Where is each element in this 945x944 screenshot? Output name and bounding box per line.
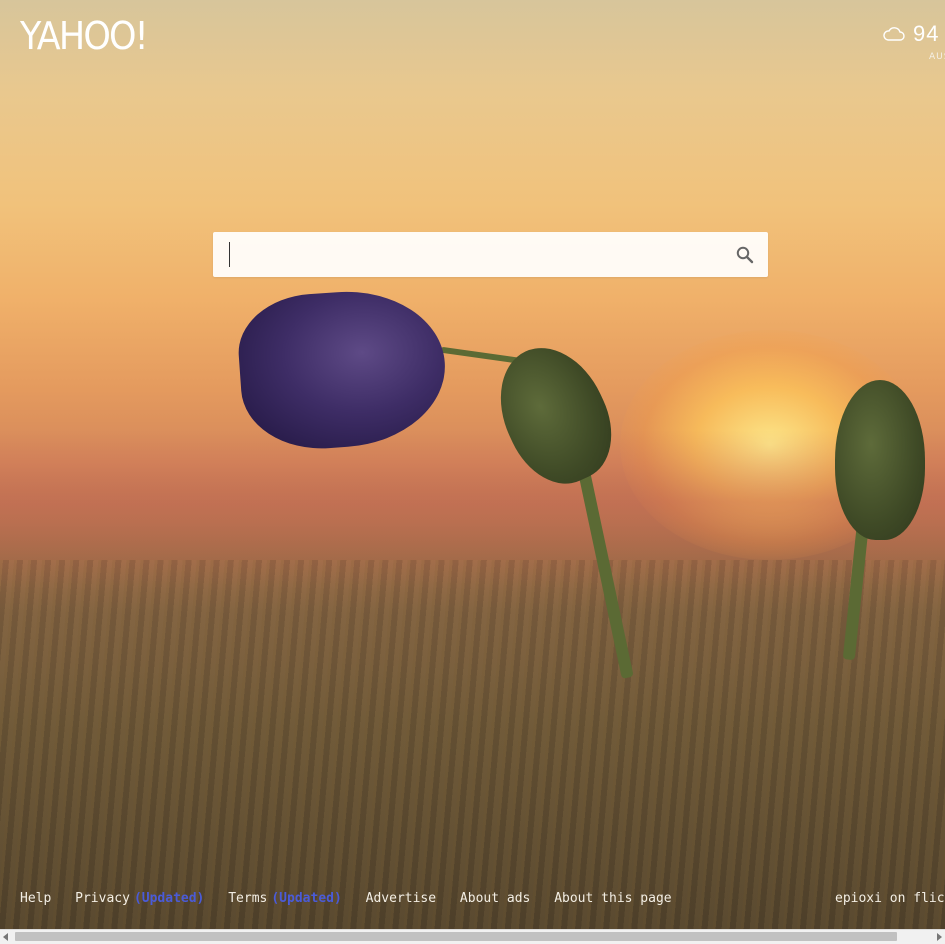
footer-link-label: Advertise xyxy=(365,891,437,906)
footer-links: Help Privacy (Updated) Terms (Updated) Adv… xyxy=(20,891,688,906)
footer-link-label: Terms xyxy=(228,891,268,906)
footer-link-help[interactable]: Help xyxy=(20,891,51,906)
scrollbar-thumb[interactable] xyxy=(15,932,897,941)
scroll-left-arrow-icon[interactable] xyxy=(3,933,8,941)
footer-link-label: About this page xyxy=(554,891,672,906)
search-icon xyxy=(736,246,754,264)
weather-widget[interactable]: 94 AUSTIN xyxy=(875,18,945,68)
search-input[interactable] xyxy=(225,240,719,270)
text-caret xyxy=(229,242,230,267)
scroll-right-arrow-icon[interactable] xyxy=(937,933,942,941)
background-photo xyxy=(0,0,945,929)
footer-link-advertise[interactable]: Advertise xyxy=(366,891,436,906)
footer-link-privacy[interactable]: Privacy (Updated) xyxy=(75,891,204,906)
weather-temperature: 94 xyxy=(913,21,940,46)
weather-location: AUSTIN xyxy=(929,52,945,62)
photo-credit[interactable]: epioxi on flickr xyxy=(835,891,945,906)
search-box xyxy=(213,232,768,277)
cloud-icon xyxy=(883,27,905,41)
horizontal-scrollbar[interactable] xyxy=(0,929,945,944)
footer-link-label: Privacy xyxy=(75,891,130,906)
grass-field xyxy=(0,560,945,929)
updated-badge: (Updated) xyxy=(133,891,205,906)
footer: Help Privacy (Updated) Terms (Updated) Adv… xyxy=(0,889,945,911)
updated-badge: (Updated) xyxy=(271,891,342,906)
footer-link-terms[interactable]: Terms (Updated) xyxy=(228,891,342,906)
purple-flower xyxy=(234,285,451,454)
footer-link-label: Help xyxy=(20,891,52,906)
footer-link-about-ads[interactable]: About ads xyxy=(460,891,530,906)
right-flower-bud xyxy=(835,380,925,540)
footer-link-about-page[interactable]: About this page xyxy=(554,891,671,906)
footer-link-label: About ads xyxy=(459,891,531,906)
search-button[interactable] xyxy=(726,238,762,272)
yahoo-logo[interactable]: YAHOO! xyxy=(20,14,149,58)
